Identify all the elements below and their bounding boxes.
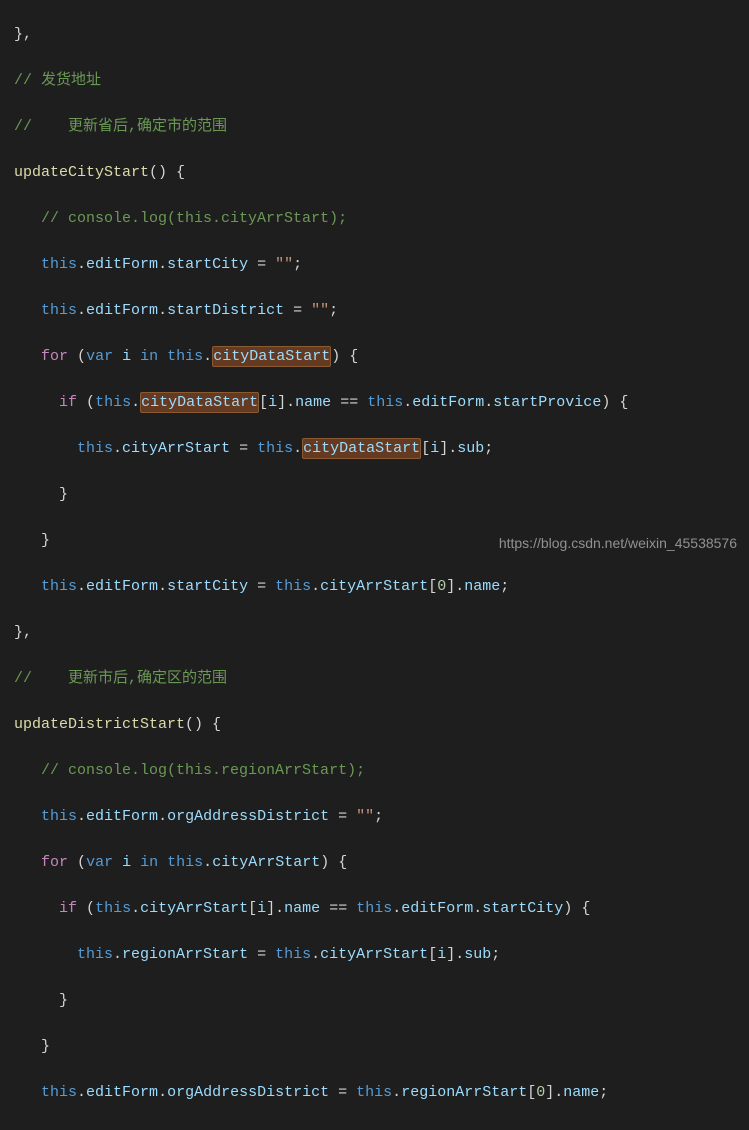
highlight: cityDataStart [141,394,258,411]
comment: // console.log(this.cityArrStart); [41,210,347,227]
highlight: cityDataStart [213,348,330,365]
prop: cityArrStart [122,440,230,457]
prop: startDistrict [167,302,284,319]
code-line: this.editForm.orgAddressDistrict = ""; [14,805,749,828]
code-line: updateCityStart() { [14,161,749,184]
comment: // 更新省后,确定市的范围 [14,118,227,135]
var-i: i [122,348,131,365]
code-line: this.editForm.startCity = this.cityArrSt… [14,575,749,598]
string: "" [356,808,374,825]
comment: // console.log(this.regionArrStart); [41,762,365,779]
comment: // 发货地址 [14,72,101,89]
watermark-text: https://blog.csdn.net/weixin_45538576 [499,532,737,555]
keyword-for: for [41,348,68,365]
code-line: }, [14,1127,749,1130]
function-name: updateCityStart [14,164,149,181]
prop: name [464,578,500,595]
num: 0 [536,1084,545,1101]
string: "" [275,256,293,273]
comment: // 更新市后,确定区的范围 [14,670,227,687]
prop: editForm [401,900,473,917]
code-line: this.editForm.startDistrict = ""; [14,299,749,322]
code-line: }, [14,621,749,644]
prop: editForm [412,394,484,411]
op: == [329,900,347,917]
prop: cityArrStart [212,854,320,871]
prop: editForm [86,808,158,825]
var-i: i [257,900,266,917]
prop: cityArrStart [320,946,428,963]
code-line: if (this.cityArrStart[i].name == this.ed… [14,897,749,920]
code-line: this.editForm.orgAddressDistrict = this.… [14,1081,749,1104]
prop: editForm [86,1084,158,1101]
prop: name [295,394,331,411]
op: == [340,394,358,411]
code-line: } [14,1035,749,1058]
var-i: i [268,394,277,411]
prop: editForm [86,302,158,319]
code-line: // 更新市后,确定区的范围 [14,667,749,690]
prop: sub [457,440,484,457]
code-line: // 发货地址 [14,69,749,92]
code-line: // console.log(this.cityArrStart); [14,207,749,230]
keyword-in: in [140,348,158,365]
prop: cityArrStart [140,900,248,917]
code-line: this.cityArrStart = this.cityDataStart[i… [14,437,749,460]
code-line: // console.log(this.regionArrStart); [14,759,749,782]
code-line: } [14,483,749,506]
prop: regionArrStart [122,946,248,963]
code-editor[interactable]: }, // 发货地址 // 更新省后,确定市的范围 updateCityStar… [0,0,749,1130]
code-line: this.editForm.startCity = ""; [14,253,749,276]
keyword-var: var [86,854,113,871]
prop: name [284,900,320,917]
prop: startCity [482,900,563,917]
prop: editForm [86,578,158,595]
keyword-if: if [59,394,77,411]
code-line: // 更新省后,确定市的范围 [14,115,749,138]
function-name: updateDistrictStart [14,716,185,733]
prop: name [563,1084,599,1101]
var-i: i [437,946,446,963]
code-line: }, [14,23,749,46]
prop: startProvice [493,394,601,411]
prop: regionArrStart [401,1084,527,1101]
keyword-for: for [41,854,68,871]
var-i: i [122,854,131,871]
num: 0 [437,578,446,595]
code-line: } [14,989,749,1012]
code-line: updateDistrictStart() { [14,713,749,736]
prop: sub [464,946,491,963]
string: "" [311,302,329,319]
keyword-this: this [167,348,203,365]
prop: editForm [86,256,158,273]
keyword-in: in [140,854,158,871]
keyword-if: if [59,900,77,917]
code-line: for (var i in this.cityArrStart) { [14,851,749,874]
keyword-var: var [86,348,113,365]
prop: orgAddressDistrict [167,808,329,825]
highlight: cityDataStart [303,440,420,457]
prop: startCity [167,578,248,595]
prop: startCity [167,256,248,273]
code-line: this.regionArrStart = this.cityArrStart[… [14,943,749,966]
brace: }, [14,26,32,43]
prop: cityArrStart [320,578,428,595]
var-i: i [430,440,439,457]
prop: orgAddressDistrict [167,1084,329,1101]
code-line: for (var i in this.cityDataStart) { [14,345,749,368]
code-line: if (this.cityDataStart[i].name == this.e… [14,391,749,414]
